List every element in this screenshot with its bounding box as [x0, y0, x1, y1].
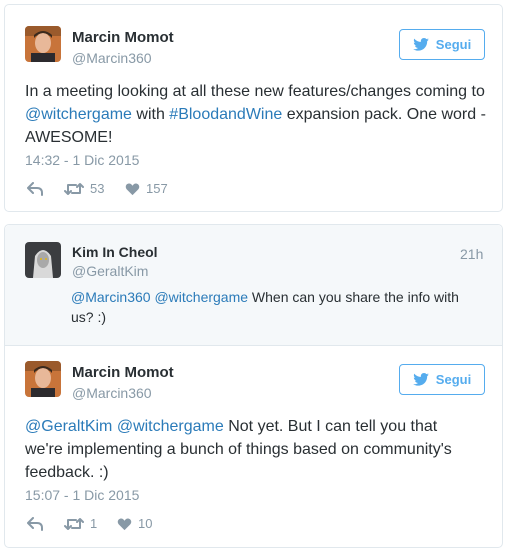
heart-icon — [117, 517, 132, 530]
author-name[interactable]: Marcin Momot — [72, 29, 174, 46]
retweet-icon — [64, 182, 84, 195]
follow-label: Segui — [435, 37, 472, 52]
reply-arrow-icon — [27, 516, 43, 531]
reply-time[interactable]: 21h — [460, 246, 483, 262]
reply-text: @Marcin360 @witchergame When can you sha… — [71, 287, 481, 327]
avatar[interactable] — [25, 26, 61, 62]
reply-button[interactable] — [27, 516, 64, 531]
tweet-actions: 53 157 — [27, 181, 168, 196]
like-count: 157 — [146, 181, 168, 196]
mention-link[interactable]: @witchergame — [117, 418, 224, 435]
tweet-timestamp[interactable]: 15:07 - 1 Dic 2015 — [25, 487, 139, 503]
reply-context: Kim In Cheol @GeraltKim 21h @Marcin360 @… — [5, 225, 502, 345]
author-name[interactable]: Kim In Cheol — [72, 244, 158, 260]
mention-link[interactable]: @witchergame — [154, 289, 248, 305]
avatar[interactable] — [25, 242, 61, 278]
mention-link[interactable]: @witchergame — [25, 106, 132, 123]
follow-button[interactable]: Segui — [399, 364, 485, 395]
retweet-button[interactable]: 1 — [64, 516, 117, 531]
tweet-text: In a meeting looking at all these new fe… — [25, 80, 490, 149]
like-count: 10 — [138, 516, 153, 531]
tweet-text: @GeraltKim @witchergame Not yet. But I c… — [25, 415, 475, 484]
reply-arrow-icon — [27, 181, 43, 196]
heart-icon — [125, 182, 140, 195]
follow-button[interactable]: Segui — [399, 29, 485, 60]
like-button[interactable]: 10 — [117, 516, 152, 531]
conversation-card: Kim In Cheol @GeraltKim 21h @Marcin360 @… — [4, 224, 503, 548]
avatar[interactable] — [25, 361, 61, 397]
follow-label: Segui — [435, 372, 472, 387]
retweet-icon — [64, 517, 84, 530]
like-button[interactable]: 157 — [125, 181, 168, 196]
retweet-button[interactable]: 53 — [64, 181, 125, 196]
tweet-text-part: with — [131, 106, 170, 123]
twitter-bird-icon — [412, 373, 429, 386]
retweet-count: 53 — [90, 181, 105, 196]
tweet-actions: 1 10 — [27, 516, 152, 531]
mention-link[interactable]: @GeraltKim — [25, 418, 112, 435]
hashtag-link[interactable]: #BloodandWine — [169, 106, 282, 123]
retweet-count: 1 — [90, 516, 98, 531]
tweet-timestamp[interactable]: 14:32 - 1 Dic 2015 — [25, 152, 139, 168]
reply-button[interactable] — [27, 181, 64, 196]
tweet-card: Marcin Momot @Marcin360 Segui In a meeti… — [4, 4, 503, 212]
twitter-bird-icon — [412, 38, 429, 51]
author-handle[interactable]: @Marcin360 — [72, 385, 152, 401]
tweet-text-part: In a meeting looking at all these new fe… — [25, 83, 485, 100]
divider — [5, 345, 502, 346]
author-handle[interactable]: @GeraltKim — [72, 263, 148, 279]
mention-link[interactable]: @Marcin360 — [71, 289, 151, 305]
author-handle[interactable]: @Marcin360 — [72, 50, 152, 66]
author-name[interactable]: Marcin Momot — [72, 364, 174, 381]
